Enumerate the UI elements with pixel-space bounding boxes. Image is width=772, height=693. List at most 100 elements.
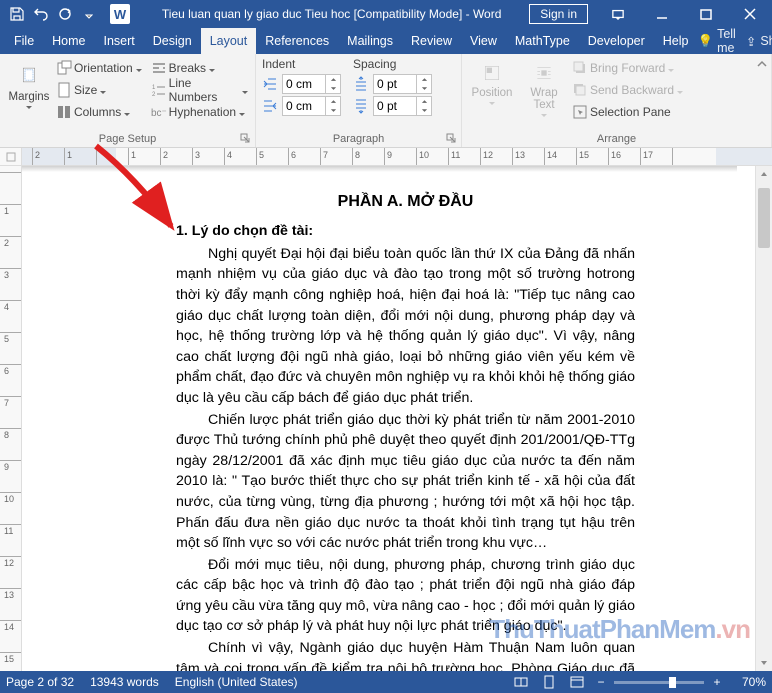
arrange-label: Arrange — [462, 133, 771, 145]
signin-button[interactable]: Sign in — [529, 4, 588, 24]
web-layout-button[interactable] — [566, 673, 588, 691]
breaks-icon — [151, 60, 167, 76]
send-backward-icon — [572, 82, 588, 98]
spacing-after-icon — [353, 98, 369, 114]
vertical-scrollbar[interactable] — [755, 166, 772, 671]
print-layout-button[interactable] — [538, 673, 560, 691]
chevron-down-icon — [488, 99, 496, 107]
indent-label: Indent — [262, 57, 341, 71]
chevron-down-icon — [85, 10, 93, 18]
orientation-button[interactable]: Orientation — [56, 57, 143, 79]
doc-paragraph: Nghị quyết Đại hội đại biểu toàn quốc lầ… — [176, 244, 635, 409]
svg-text:2: 2 — [152, 92, 156, 98]
zoom-level[interactable]: 70% — [730, 675, 766, 689]
spacing-before-up[interactable] — [417, 75, 431, 84]
wrap-text-button: Wrap Text — [520, 57, 568, 123]
spacing-after-field[interactable] — [353, 95, 432, 117]
spacing-before-down[interactable] — [417, 84, 431, 93]
language-indicator[interactable]: English (United States) — [175, 675, 298, 689]
zoom-slider[interactable] — [614, 681, 704, 684]
scrollbar-thumb[interactable] — [758, 188, 770, 248]
page-setup-dialog-launcher[interactable] — [240, 132, 252, 144]
document-area[interactable]: PHẦN A. MỞ ĐẦU 1. Lý do chọn đề tài: Ngh… — [22, 166, 755, 671]
maximize-button[interactable] — [684, 0, 728, 28]
zoom-slider-thumb[interactable] — [669, 677, 676, 688]
indent-left-input[interactable] — [283, 75, 325, 93]
size-button[interactable]: Size — [56, 79, 143, 101]
spacing-before-input[interactable] — [374, 75, 416, 93]
tell-me-search[interactable]: 💡Tell me — [697, 27, 735, 55]
indent-left-up[interactable] — [326, 75, 340, 84]
spacing-before-field[interactable] — [353, 73, 432, 95]
margins-label: Margins — [9, 91, 50, 103]
tab-insert[interactable]: Insert — [95, 28, 144, 54]
read-mode-button[interactable] — [510, 673, 532, 691]
page-indicator[interactable]: Page 2 of 32 — [6, 675, 74, 689]
spacing-before-icon — [353, 76, 369, 92]
page-setup-label: Page Setup — [0, 133, 255, 145]
qat-customize[interactable] — [78, 2, 100, 26]
document-content[interactable]: PHẦN A. MỞ ĐẦU 1. Lý do chọn đề tài: Ngh… — [36, 180, 725, 671]
zoom-out-button[interactable]: − — [594, 673, 608, 691]
indent-left-field[interactable] — [262, 73, 341, 95]
share-button[interactable]: ⇪Share — [746, 34, 772, 49]
tab-design[interactable]: Design — [144, 28, 201, 54]
save-button[interactable] — [6, 2, 28, 26]
chevron-down-icon — [25, 103, 33, 111]
margins-button[interactable]: Margins — [6, 57, 52, 129]
undo-button[interactable] — [30, 2, 52, 26]
indent-right-down[interactable] — [326, 106, 340, 115]
redo-button[interactable] — [54, 2, 76, 26]
spacing-after-input[interactable] — [374, 97, 416, 115]
paragraph-dialog-launcher[interactable] — [446, 132, 458, 144]
tab-layout[interactable]: Layout — [201, 28, 257, 54]
indent-right-field[interactable] — [262, 95, 341, 117]
doc-paragraph: Đổi mới mục tiêu, nội dung, phương pháp,… — [176, 555, 635, 637]
indent-right-up[interactable] — [326, 97, 340, 106]
group-arrange: Position Wrap Text Bring Forward Send Ba… — [462, 54, 772, 147]
word-count[interactable]: 13943 words — [90, 675, 159, 689]
tab-mathtype[interactable]: MathType — [506, 28, 579, 54]
position-button: Position — [468, 57, 516, 123]
send-backward-label: Send Backward — [590, 83, 674, 97]
chevron-down-icon — [135, 64, 143, 72]
redo-icon — [57, 6, 73, 22]
word-app-icon: W — [110, 4, 130, 24]
chevron-down-icon — [99, 86, 107, 94]
minimize-button[interactable] — [640, 0, 684, 28]
indent-right-input[interactable] — [283, 97, 325, 115]
tab-help[interactable]: Help — [654, 28, 698, 54]
zoom-in-button[interactable]: + — [710, 673, 724, 691]
position-icon — [478, 59, 506, 87]
indent-left-down[interactable] — [326, 84, 340, 93]
selection-pane-button[interactable]: Selection Pane — [572, 101, 684, 123]
horizontal-ruler[interactable]: 21 123 456 789 101112 131415 1617 — [22, 148, 772, 166]
lightbulb-icon: 💡 — [697, 34, 713, 49]
columns-button[interactable]: Columns — [56, 101, 143, 123]
close-button[interactable] — [728, 0, 772, 28]
tab-home[interactable]: Home — [43, 28, 94, 54]
tab-file[interactable]: File — [0, 28, 43, 54]
selection-pane-icon — [572, 104, 588, 120]
tab-view[interactable]: View — [461, 28, 506, 54]
ruler-corner[interactable] — [0, 148, 22, 166]
columns-icon — [56, 104, 72, 120]
hyphenation-button[interactable]: bc⁻Hyphenation — [151, 101, 249, 123]
bring-forward-icon — [572, 60, 588, 76]
tab-review[interactable]: Review — [402, 28, 461, 54]
bring-forward-label: Bring Forward — [590, 61, 665, 75]
tab-mailings[interactable]: Mailings — [338, 28, 402, 54]
spacing-after-down[interactable] — [417, 106, 431, 115]
group-page-setup: Margins Orientation Size Columns Breaks … — [0, 54, 256, 147]
collapse-ribbon-button[interactable] — [756, 58, 768, 73]
tab-developer[interactable]: Developer — [579, 28, 654, 54]
spacing-after-up[interactable] — [417, 97, 431, 106]
wrap-text-icon — [530, 59, 558, 87]
position-label: Position — [472, 87, 513, 99]
tab-references[interactable]: References — [256, 28, 338, 54]
status-bar: Page 2 of 32 13943 words English (United… — [0, 671, 772, 693]
line-numbers-button[interactable]: 12Line Numbers — [151, 79, 249, 101]
ribbon-display-button[interactable] — [596, 0, 640, 28]
share-icon: ⇪ — [746, 34, 756, 49]
vertical-ruler[interactable]: 12 345 678 91011 121314 15 — [0, 166, 22, 671]
